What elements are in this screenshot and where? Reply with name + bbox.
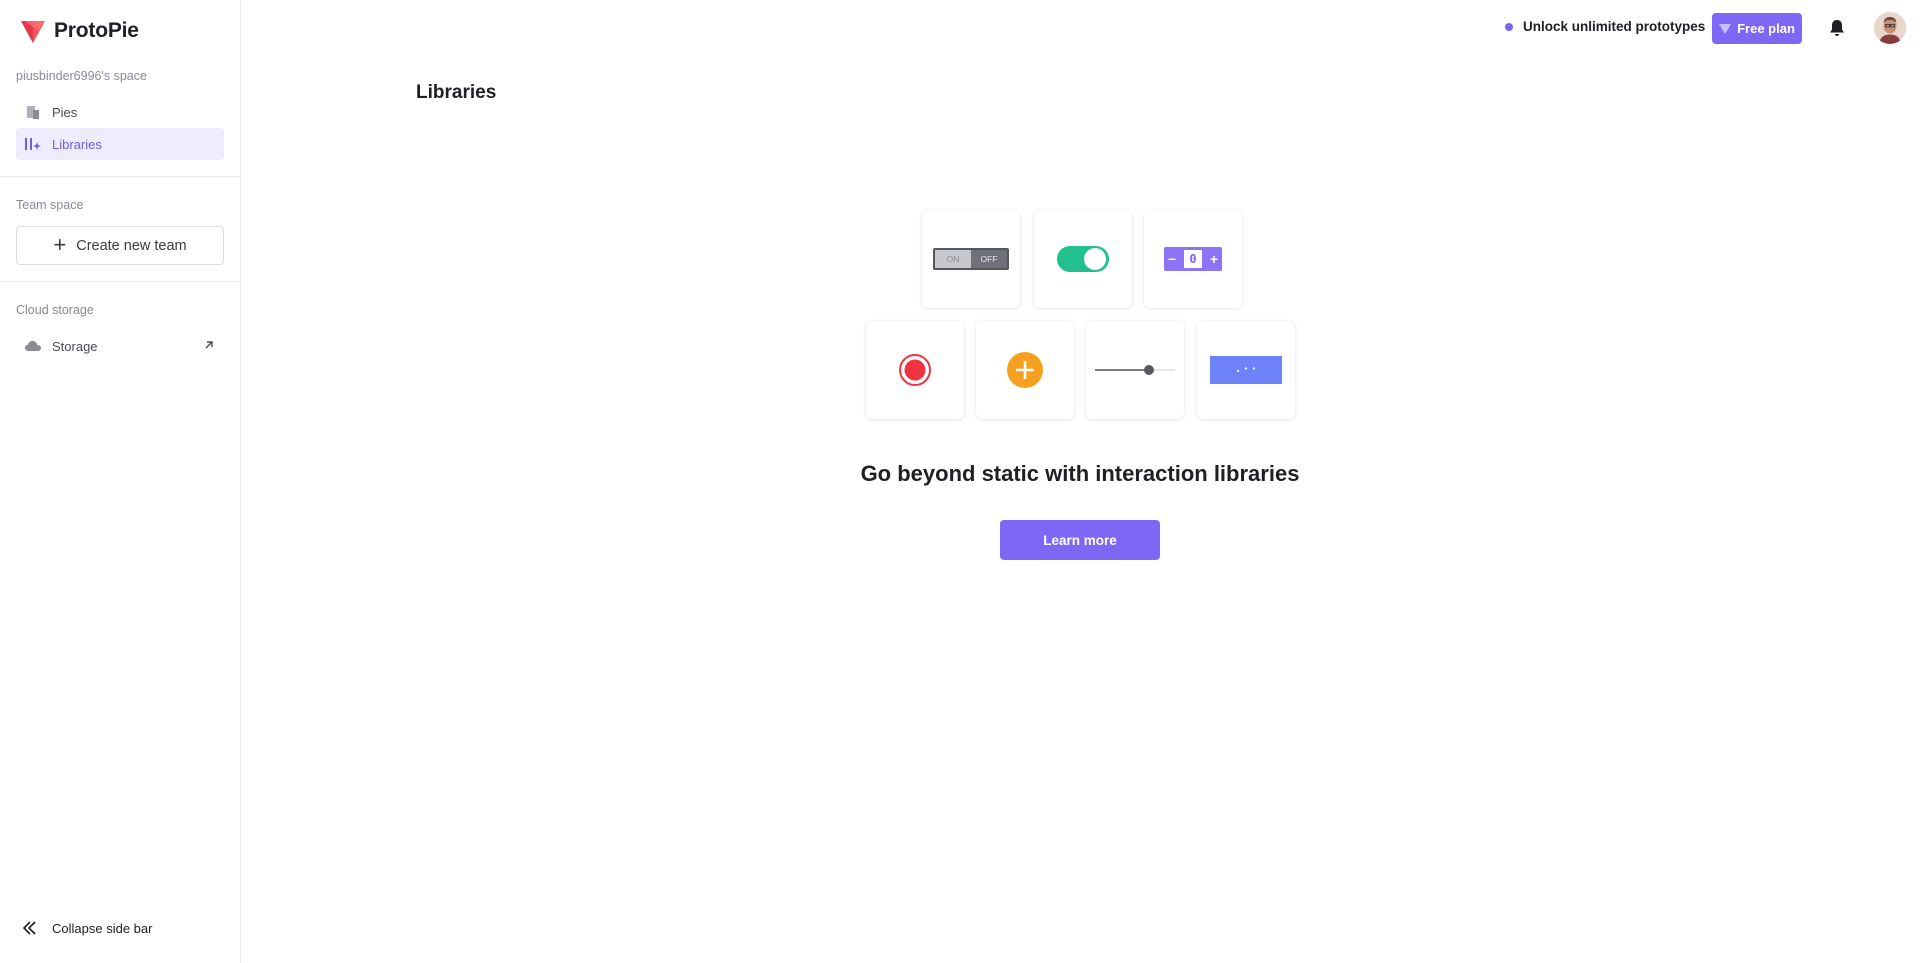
external-link-icon <box>205 341 213 349</box>
onoff-switch-illustration: ON OFF <box>933 248 1009 270</box>
bell-icon[interactable] <box>1827 18 1847 38</box>
sidebar-item-pies[interactable]: Pies <box>16 96 224 128</box>
stepper-value: 0 <box>1184 250 1202 268</box>
toggle-icon <box>1057 246 1109 272</box>
sidebar-item-storage[interactable]: Storage <box>16 330 224 362</box>
team-space-label: Team space <box>16 198 84 212</box>
cloud-storage-label: Cloud storage <box>16 303 94 317</box>
sidebar-divider <box>0 176 241 177</box>
unlock-prototypes-link[interactable]: Unlock unlimited prototypes <box>1505 19 1705 34</box>
sidebar-item-label: Libraries <box>52 136 102 152</box>
switch-off-label: OFF <box>980 254 998 264</box>
illustration-card-stepper: − 0 + <box>1144 210 1242 308</box>
protopie-mark-icon <box>1719 23 1732 34</box>
switch-on-label: ON <box>935 250 971 268</box>
collapse-label: Collapse side bar <box>52 920 153 936</box>
unlock-text: Unlock unlimited prototypes <box>1523 19 1706 34</box>
double-chevron-left-icon <box>22 921 36 935</box>
create-team-label: Create new team <box>76 237 187 254</box>
user-avatar-icon <box>1874 12 1906 44</box>
empty-state-headline: Go beyond static with interaction librar… <box>860 461 1300 486</box>
storage-label: Storage <box>52 338 98 354</box>
free-plan-button[interactable]: Free plan <box>1712 13 1802 44</box>
free-plan-label: Free plan <box>1737 21 1795 36</box>
sidebar: ProtoPie piusbinder6996's space Pies Lib… <box>0 0 241 963</box>
protopie-logo[interactable]: ProtoPie <box>20 18 139 44</box>
collapse-sidebar-button[interactable]: Collapse side bar <box>20 918 152 938</box>
illustration-card-onoff-switch: ON OFF <box>922 210 1020 308</box>
illustration-card-slider <box>1086 321 1184 419</box>
sidebar-item-label: Pies <box>52 104 78 120</box>
plus-icon: + <box>53 231 67 257</box>
avatar[interactable] <box>1874 12 1906 44</box>
illustration-card-add <box>976 321 1074 419</box>
learn-more-button[interactable]: Learn more <box>1000 520 1160 560</box>
illustration-card-record <box>866 321 964 419</box>
stepper-illustration: − 0 + <box>1164 247 1222 271</box>
app-name: ProtoPie <box>54 19 139 42</box>
add-circle-icon <box>1007 352 1043 388</box>
protopie-logo-icon <box>21 21 45 43</box>
libraries-icon <box>24 135 42 153</box>
illustration-card-toggle <box>1034 210 1132 308</box>
create-new-team-button[interactable]: + Create new team <box>16 226 224 265</box>
slider-icon <box>1095 365 1175 375</box>
record-icon <box>899 354 931 386</box>
sidebar-item-libraries[interactable]: Libraries <box>16 128 224 160</box>
illustration-card-loading-button <box>1197 321 1295 419</box>
page-title: Libraries <box>416 82 497 103</box>
loading-button-icon <box>1210 356 1282 384</box>
pies-icon <box>24 103 42 121</box>
plus-icon: + <box>1209 251 1218 267</box>
sidebar-divider <box>0 281 241 282</box>
minus-icon: − <box>1168 251 1177 267</box>
space-label: piusbinder6996's space <box>16 69 147 83</box>
status-dot <box>1505 22 1513 31</box>
cloud-icon <box>24 337 42 355</box>
